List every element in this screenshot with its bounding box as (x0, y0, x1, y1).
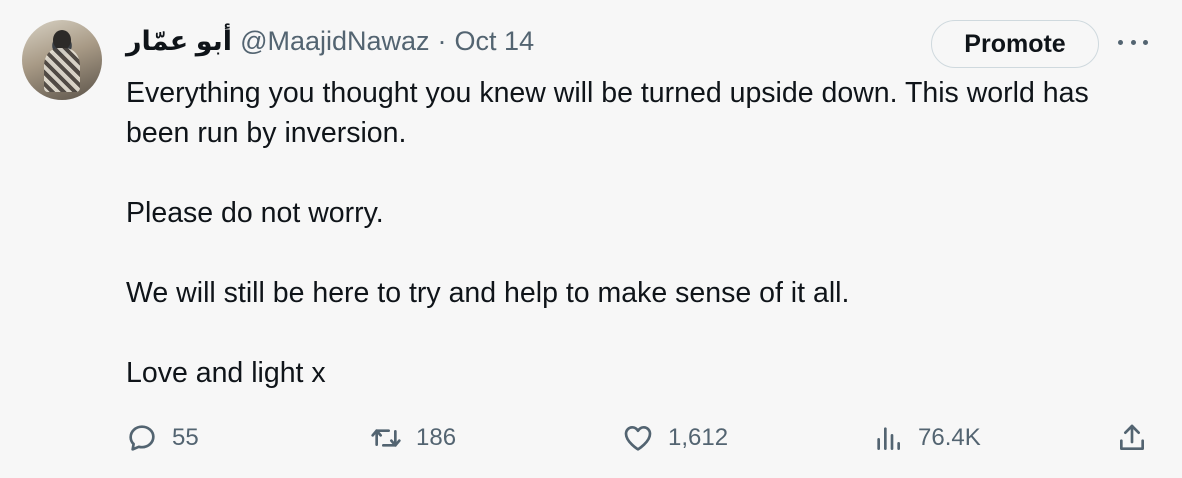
share-button[interactable] (1116, 416, 1148, 460)
avatar[interactable] (22, 20, 102, 100)
display-name[interactable]: أبو عمّار (126, 26, 232, 57)
avatar-head (53, 30, 71, 50)
tweet-date[interactable]: Oct 14 (455, 26, 535, 57)
avatar-figure (44, 48, 80, 92)
separator-dot: · (437, 25, 447, 56)
like-count: 1,612 (668, 424, 729, 451)
share-icon (1120, 424, 1144, 450)
reply-icon (129, 425, 155, 451)
tweet-paragraph: Please do not worry. (126, 197, 384, 229)
tweet-header: أبو عمّار @MaajidNawaz · Oct 14 (126, 22, 534, 60)
more-dot (1118, 39, 1123, 45)
views-count: 76.4K (918, 424, 981, 451)
tweet-paragraph: Love and light x (126, 357, 326, 389)
retweet-count: 186 (416, 424, 457, 451)
tweet-paragraph: We will still be here to try and help to… (126, 277, 850, 309)
reply-button[interactable]: 55 (126, 416, 199, 460)
promote-button[interactable]: Promote (931, 20, 1099, 68)
reply-count: 55 (172, 424, 199, 451)
views-button[interactable]: 76.4K (872, 416, 981, 460)
tweet-paragraph: Everything you thought you knew will be … (126, 77, 1089, 149)
more-options-icon[interactable] (1118, 32, 1148, 52)
more-dot (1143, 39, 1148, 45)
like-button[interactable]: 1,612 (622, 416, 728, 460)
user-handle[interactable]: @MaajidNawaz (240, 26, 429, 57)
retweet-icon (371, 429, 401, 447)
tweet-text: Everything you thought you knew will be … (126, 73, 1136, 393)
action-bar: 55 186 1,612 76.4K (126, 416, 1156, 460)
views-icon (877, 427, 900, 450)
heart-icon (624, 426, 652, 451)
retweet-button[interactable]: 186 (370, 416, 456, 460)
more-dot (1130, 39, 1136, 45)
